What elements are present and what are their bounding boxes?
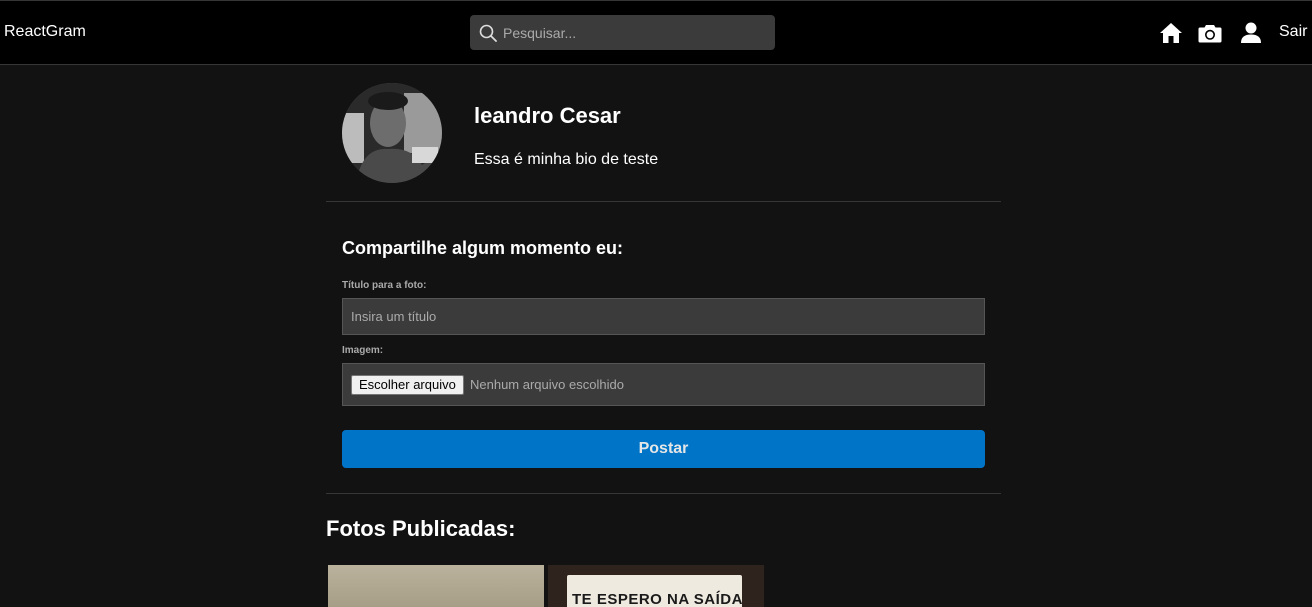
brand-link[interactable]: ReactGram	[4, 23, 86, 41]
logout-button[interactable]: Sair	[1279, 23, 1307, 41]
new-photo-form: Compartilhe algum momento eu: Título par…	[326, 202, 1001, 494]
new-photo-heading: Compartilhe algum momento eu:	[342, 238, 624, 258]
choose-file-button[interactable]: Escolher arquivo	[351, 375, 464, 395]
title-input[interactable]	[343, 299, 984, 334]
profile-name: leandro Cesar	[474, 103, 621, 128]
search-icon	[479, 24, 497, 42]
photos-heading: Fotos Publicadas:	[326, 516, 516, 541]
photo-thumbnail[interactable]: TE ESPERO NA SAÍDA	[548, 565, 764, 607]
photo-thumbnail[interactable]	[328, 565, 544, 607]
avatar-photo	[342, 83, 442, 183]
search-form[interactable]	[470, 15, 775, 50]
avatar	[342, 83, 442, 183]
image-label: Imagem:	[342, 345, 384, 356]
file-status: Nenhum arquivo escolhido	[470, 377, 624, 392]
home-icon[interactable]	[1159, 22, 1183, 44]
search-input[interactable]	[503, 15, 768, 50]
profile-header: leandro Cesar Essa é minha bio de teste	[326, 65, 1001, 202]
user-icon[interactable]	[1239, 22, 1263, 44]
post-button[interactable]: Postar	[342, 430, 985, 468]
camera-icon[interactable]	[1198, 22, 1222, 44]
image-field: Escolher arquivo Nenhum arquivo escolhid…	[342, 363, 985, 406]
title-label: Título para a foto:	[342, 280, 427, 291]
photo-caption: TE ESPERO NA SAÍDA	[572, 591, 743, 607]
navbar: ReactGram Sair	[0, 0, 1312, 65]
profile-bio: Essa é minha bio de teste	[474, 151, 659, 168]
title-field	[342, 298, 985, 335]
